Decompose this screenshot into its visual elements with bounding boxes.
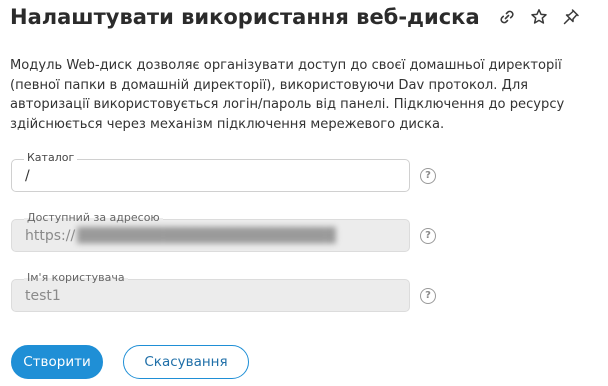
username-label: Ім'я користувача bbox=[24, 271, 128, 285]
catalog-field[interactable]: Каталог / bbox=[11, 151, 410, 192]
redacted-address: ████████████████████████ bbox=[77, 228, 336, 244]
username-field: Ім'я користувача test1 bbox=[11, 271, 410, 312]
cancel-button[interactable]: Скасування bbox=[123, 345, 249, 379]
module-description: Модуль Web-диск дозволяє організувати до… bbox=[10, 58, 565, 132]
pin-icon[interactable] bbox=[561, 7, 581, 27]
address-help-icon[interactable]: ? bbox=[420, 228, 436, 244]
address-label: Доступний за адресою bbox=[24, 211, 163, 225]
catalog-value: / bbox=[25, 168, 30, 184]
page-title: Налаштувати використання веб-диска bbox=[10, 5, 480, 29]
address-value: https://████████████████████████ bbox=[25, 228, 336, 244]
title-actions bbox=[497, 7, 581, 27]
username-help-icon[interactable]: ? bbox=[420, 288, 436, 304]
catalog-help-icon[interactable]: ? bbox=[420, 168, 436, 184]
address-field: Доступний за адресою https://███████████… bbox=[11, 211, 410, 252]
create-button[interactable]: Створити bbox=[11, 345, 103, 379]
star-icon[interactable] bbox=[529, 7, 549, 27]
username-value: test1 bbox=[25, 288, 61, 304]
catalog-label: Каталог bbox=[24, 151, 78, 165]
link-icon[interactable] bbox=[497, 7, 517, 27]
